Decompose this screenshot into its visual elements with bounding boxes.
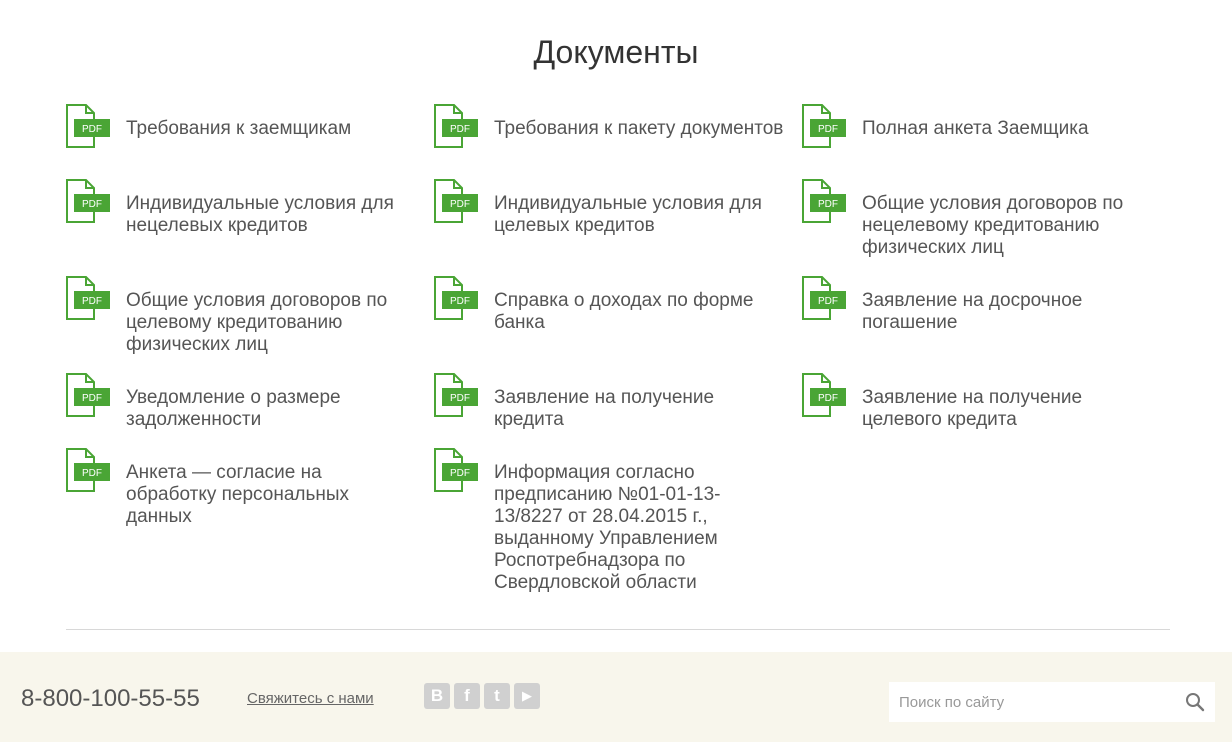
document-label: Уведомление о размере задолженности (126, 387, 341, 430)
contact-us-link[interactable]: Свяжитесь с нами (247, 689, 374, 709)
pdf-icon-label: PDF (82, 199, 102, 210)
pdf-icon: PDF (802, 179, 848, 223)
document-link[interactable]: PDF Требования к пакету документов (434, 104, 802, 179)
document-link[interactable]: PDF Общие условия договоров по нецелевом… (802, 179, 1170, 276)
pdf-icon-label: PDF (82, 124, 102, 135)
pdf-icon: PDF (66, 179, 112, 223)
document-link[interactable]: PDF Информация согласно предписанию №01-… (434, 448, 802, 594)
document-link[interactable]: PDF Уведомление о размере задолженности (66, 373, 434, 448)
pdf-icon-label: PDF (82, 296, 102, 307)
divider (66, 629, 1170, 630)
document-label: Заявление на досрочное погашение (862, 290, 1083, 333)
pdf-icon: PDF (802, 276, 848, 320)
document-label: Информация согласно предписанию №01-01-1… (494, 462, 721, 593)
pdf-icon: PDF (802, 104, 848, 148)
pdf-icon-label: PDF (818, 199, 838, 210)
document-label: Индивидуальные условия для нецелевых кре… (126, 193, 394, 236)
phone-number[interactable]: 8-800-100-55-55 (21, 684, 200, 714)
document-label: Справка о доходах по форме банка (494, 290, 754, 333)
footer: 8-800-100-55-55 Свяжитесь с нами B f t ▶ (0, 652, 1232, 742)
twitter-icon[interactable]: t (484, 683, 510, 709)
document-label: Требования к пакету документов (494, 118, 784, 139)
document-link[interactable]: PDF Требования к заемщикам (66, 104, 434, 179)
document-link[interactable]: PDF Индивидуальные условия для нецелевых… (66, 179, 434, 276)
document-link[interactable]: PDF Заявление на досрочное погашение (802, 276, 1170, 373)
pdf-icon: PDF (434, 179, 480, 223)
pdf-icon: PDF (434, 373, 480, 417)
pdf-icon-label: PDF (450, 468, 470, 479)
pdf-icon-label: PDF (450, 199, 470, 210)
document-label: Полная анкета Заемщика (862, 118, 1089, 139)
pdf-icon-label: PDF (818, 393, 838, 404)
search-icon[interactable] (1185, 692, 1205, 712)
document-label: Общие условия договоров по нецелевому кр… (862, 193, 1124, 258)
document-label: Анкета — согласие на обработку персональ… (126, 462, 350, 527)
document-link[interactable]: PDF Заявление на получение целевого кред… (802, 373, 1170, 448)
pdf-icon: PDF (434, 276, 480, 320)
document-label: Индивидуальные условия для целевых креди… (494, 193, 762, 236)
document-link[interactable]: PDF Заявление на получение кредита (434, 373, 802, 448)
pdf-icon: PDF (66, 373, 112, 417)
pdf-icon-label: PDF (450, 124, 470, 135)
document-link[interactable]: PDF Индивидуальные условия для целевых к… (434, 179, 802, 276)
page: Документы PDF Требования к заемщикам PDF… (0, 0, 1232, 742)
pdf-icon: PDF (434, 104, 480, 148)
pdf-icon-label: PDF (818, 124, 838, 135)
facebook-icon[interactable]: f (454, 683, 480, 709)
document-link[interactable]: PDF Справка о доходах по форме банка (434, 276, 802, 373)
pdf-icon: PDF (66, 104, 112, 148)
pdf-icon: PDF (66, 448, 112, 492)
search-input[interactable] (889, 682, 1171, 722)
document-label: Заявление на получение кредита (494, 387, 715, 430)
pdf-icon-label: PDF (450, 393, 470, 404)
pdf-icon-label: PDF (818, 296, 838, 307)
vk-icon[interactable]: B (424, 683, 450, 709)
search-box (889, 682, 1215, 722)
youtube-icon[interactable]: ▶ (514, 683, 540, 709)
documents-grid: PDF Требования к заемщикам PDF Требовани… (66, 104, 1170, 594)
document-label: Заявление на получение целевого кредита (862, 387, 1083, 430)
document-link[interactable]: PDF Полная анкета Заемщика (802, 104, 1170, 179)
social-links: B f t ▶ (424, 683, 540, 709)
document-link[interactable]: PDF Общие условия договоров по целевому … (66, 276, 434, 373)
pdf-icon-label: PDF (82, 393, 102, 404)
page-title: Документы (533, 34, 699, 70)
pdf-icon: PDF (434, 448, 480, 492)
pdf-icon-label: PDF (450, 296, 470, 307)
pdf-icon: PDF (66, 276, 112, 320)
document-label: Общие условия договоров по целевому кред… (126, 290, 388, 355)
pdf-icon: PDF (802, 373, 848, 417)
document-link[interactable]: PDF Анкета — согласие на обработку персо… (66, 448, 434, 594)
document-label: Требования к заемщикам (126, 118, 352, 139)
pdf-icon-label: PDF (82, 468, 102, 479)
